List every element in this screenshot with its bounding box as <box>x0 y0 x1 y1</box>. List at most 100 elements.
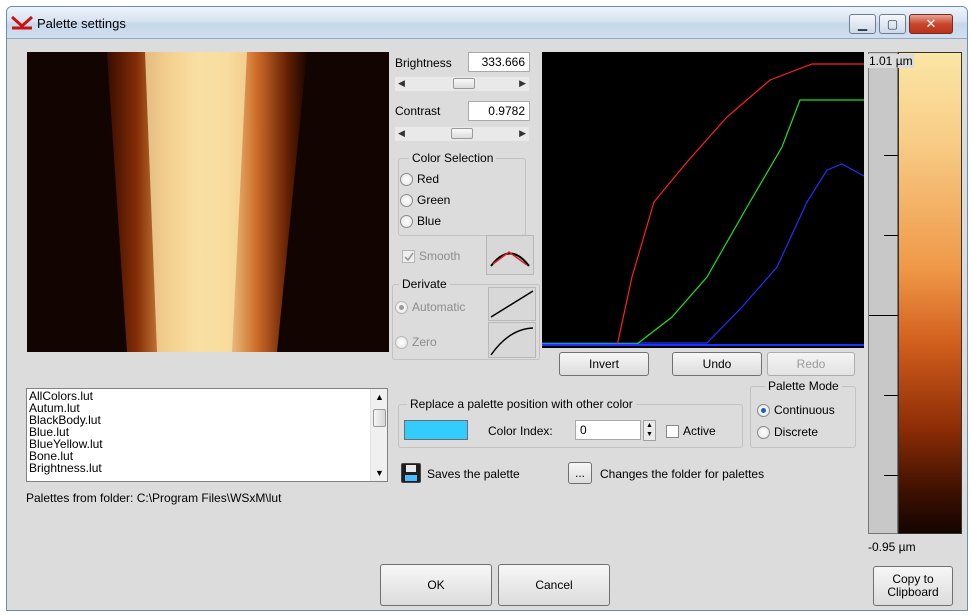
image-preview <box>27 52 389 352</box>
contrast-slider-thumb[interactable] <box>451 128 473 139</box>
blue-curve <box>542 163 865 344</box>
spin-down-icon[interactable]: ▼ <box>644 430 655 439</box>
replacement-color-swatch[interactable] <box>404 420 468 440</box>
radio-green[interactable]: Green <box>400 192 450 208</box>
radio-automatic-button[interactable] <box>395 300 408 314</box>
radio-discrete-button[interactable] <box>757 425 770 439</box>
ok-button[interactable]: OK <box>380 564 492 606</box>
list-item[interactable]: Brightness.lut <box>29 462 103 474</box>
dialog-client-area: Brightness 333.666 ◀ ▶ Contrast 0.9782 ◀… <box>7 40 967 610</box>
derivate-zero-preview <box>488 322 536 358</box>
copy-button-line2: Clipboard <box>887 585 939 599</box>
palette-color-bar <box>898 52 962 534</box>
cancel-button[interactable]: Cancel <box>498 564 610 606</box>
close-button[interactable]: ✕ <box>909 14 953 34</box>
radio-zero-button[interactable] <box>395 335 408 349</box>
minimize-button[interactable]: ▁ <box>849 14 876 34</box>
derivate-automatic-icon <box>490 290 534 318</box>
brightness-slider-thumb[interactable] <box>452 78 475 89</box>
color-index-input[interactable]: 0 <box>575 420 641 440</box>
brightness-label: Brightness <box>395 56 452 70</box>
scale-max-label: 1.01 µm <box>868 54 914 68</box>
radio-red[interactable]: Red <box>400 171 439 187</box>
palette-file-items: AllColors.lut Autum.lut BlackBody.lut Blue.… <box>29 390 103 474</box>
brightness-input[interactable]: 333.666 <box>468 52 530 72</box>
radio-discrete[interactable]: Discrete <box>757 424 818 440</box>
radio-automatic-label: Automatic <box>412 300 466 314</box>
radio-discrete-label: Discrete <box>774 425 819 439</box>
close-icon: ✕ <box>925 16 937 31</box>
title-bar[interactable]: Palette settings ▁ ▢ ✕ <box>7 7 967 39</box>
scroll-right-icon[interactable]: ▶ <box>519 128 526 139</box>
radio-zero[interactable]: Zero <box>395 334 437 350</box>
spin-up-icon[interactable]: ▲ <box>644 421 655 430</box>
smooth-label: Smooth <box>419 249 461 263</box>
radio-blue-button[interactable] <box>400 214 413 228</box>
scale-tick <box>884 475 899 476</box>
radio-blue[interactable]: Blue <box>400 213 441 229</box>
scroll-up-icon[interactable]: ▲ <box>371 392 387 402</box>
color-selection-legend: Color Selection <box>409 151 497 165</box>
derivate-automatic-preview <box>488 287 536 321</box>
scale-tick <box>884 155 899 156</box>
scale-tick <box>884 235 899 236</box>
maximize-button[interactable]: ▢ <box>879 14 906 34</box>
scroll-right-icon[interactable]: ▶ <box>519 78 526 89</box>
save-palette-icon[interactable] <box>401 463 421 483</box>
radio-green-button[interactable] <box>400 193 413 207</box>
change-folder-button[interactable]: ... <box>568 462 592 484</box>
change-folder-label: Changes the folder for palettes <box>600 467 765 481</box>
color-index-spinner[interactable]: ▲ ▼ <box>643 420 656 441</box>
palette-list-scroll-thumb[interactable] <box>373 409 386 427</box>
contrast-input[interactable]: 0.9782 <box>468 101 530 121</box>
replace-color-legend: Replace a palette position with other co… <box>407 397 636 411</box>
radio-red-label: Red <box>417 172 440 186</box>
radio-continuous-label: Continuous <box>774 403 835 417</box>
scroll-down-icon[interactable]: ▼ <box>371 468 387 478</box>
palette-file-list[interactable]: AllColors.lut Autum.lut BlackBody.lut Blue.… <box>26 388 388 482</box>
scale-tick <box>869 315 899 316</box>
rgb-curves <box>542 63 865 347</box>
active-checkbox[interactable]: Active <box>666 423 716 439</box>
minimize-icon: ▁ <box>857 17 868 31</box>
derivate-legend: Derivate <box>399 277 450 291</box>
undo-button[interactable]: Undo <box>672 352 762 376</box>
contrast-label: Contrast <box>395 104 441 118</box>
smooth-preview <box>486 235 534 275</box>
window-title: Palette settings <box>37 16 126 31</box>
radio-blue-label: Blue <box>417 214 442 228</box>
palette-folder-path: Palettes from folder: C:\Program Files\W… <box>26 491 282 505</box>
brightness-slider[interactable]: ◀ ▶ <box>395 77 529 91</box>
radio-continuous[interactable]: Continuous <box>757 402 835 418</box>
active-check-box[interactable] <box>666 424 679 438</box>
smooth-checkbox[interactable]: Smooth <box>402 248 460 264</box>
radio-zero-label: Zero <box>412 335 437 349</box>
palette-list-scrollbar[interactable]: ▲ ▼ <box>370 389 387 481</box>
redo-button[interactable]: Redo <box>767 352 855 376</box>
radio-red-button[interactable] <box>400 172 413 186</box>
radio-automatic[interactable]: Automatic <box>395 299 465 315</box>
scroll-left-icon[interactable]: ◀ <box>398 128 405 139</box>
maximize-icon: ▢ <box>886 17 899 31</box>
scale-min-label: -0.95 µm <box>868 540 916 554</box>
smooth-check-box[interactable] <box>402 249 415 263</box>
derivate-zero-icon <box>490 327 534 356</box>
topography-image <box>27 52 389 352</box>
invert-button[interactable]: Invert <box>559 352 649 376</box>
save-palette-label: Saves the palette <box>427 467 520 481</box>
color-index-label: Color Index: <box>488 424 553 438</box>
radio-green-label: Green <box>417 193 451 207</box>
red-curve <box>616 63 864 347</box>
radio-continuous-button[interactable] <box>757 403 770 417</box>
scroll-left-icon[interactable]: ◀ <box>398 78 405 89</box>
scale-tick <box>884 395 899 396</box>
height-scale-bar <box>868 52 899 534</box>
palette-curve-graph[interactable] <box>542 52 865 348</box>
contrast-slider[interactable]: ◀ ▶ <box>395 127 529 141</box>
smooth-curve-icon <box>490 251 530 267</box>
check-icon <box>404 252 414 261</box>
app-logo-icon <box>11 15 33 30</box>
copy-to-clipboard-button[interactable]: Copy to Clipboard <box>873 566 953 606</box>
palette-settings-window: Palette settings ▁ ▢ ✕ Brightness 333.66… <box>6 6 968 611</box>
green-curve <box>542 99 864 345</box>
